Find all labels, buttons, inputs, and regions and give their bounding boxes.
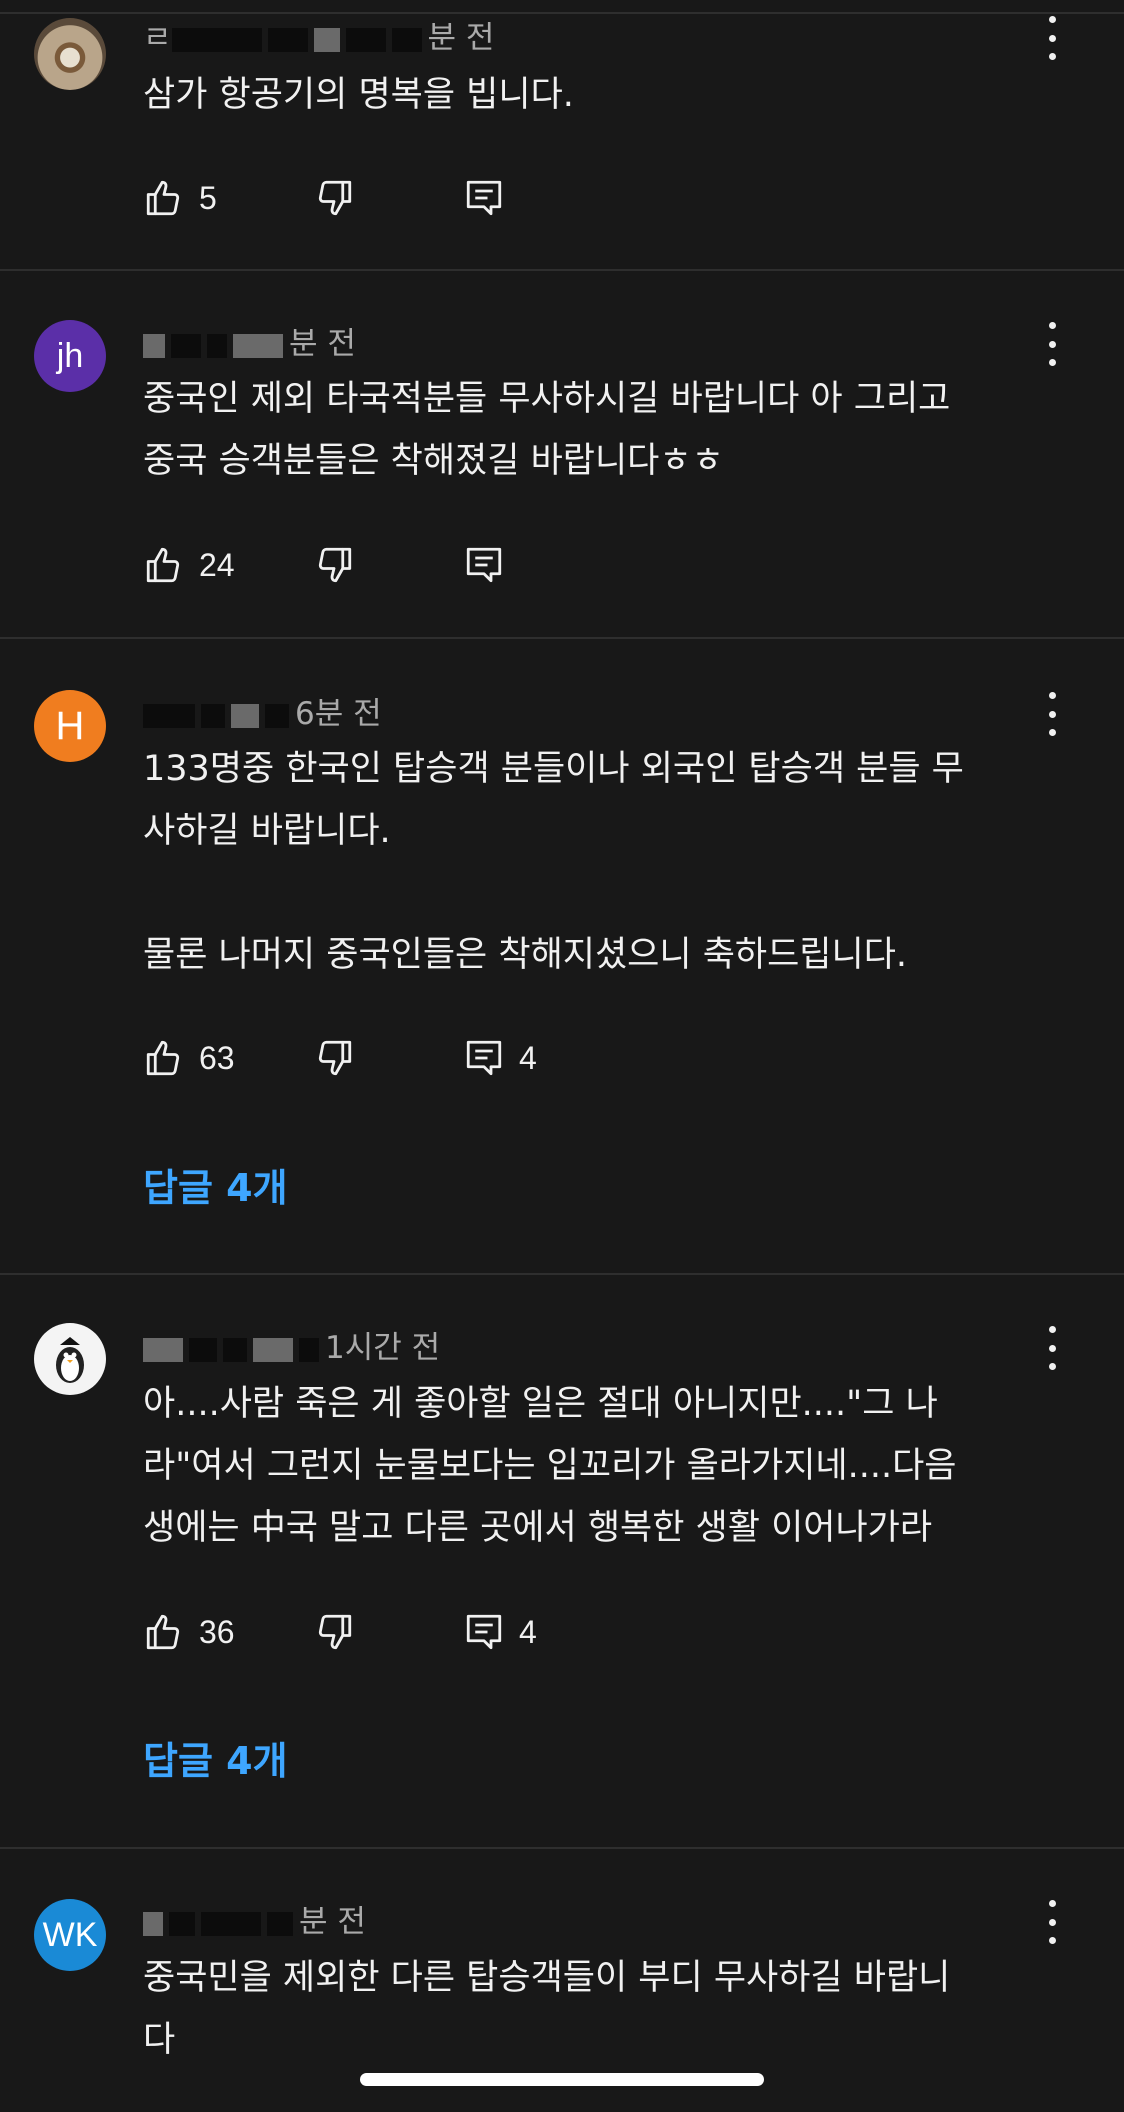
comment-actions: 63 4 (143, 1033, 1043, 1083)
like-count: 5 (199, 179, 217, 216)
like-icon (146, 547, 180, 583)
like-button[interactable]: 63 (143, 1033, 235, 1083)
comment-meta: ㄹ분 전 (143, 20, 495, 56)
like-count: 36 (199, 1613, 235, 1650)
view-replies-link[interactable]: 답글 4개 (143, 1157, 288, 1212)
like-icon (146, 1614, 180, 1650)
reply-icon (466, 547, 502, 583)
comment-meta: 6분 전 (143, 688, 382, 733)
dislike-button[interactable] (313, 173, 355, 223)
comment-text: 삼가 항공기의 명복을 빕니다. (143, 75, 574, 115)
dislike-icon (318, 180, 352, 216)
comment-text: 중국민을 제외한 다른 탑승객들이 부디 무사하길 바랍니 다 (143, 1958, 951, 2060)
reply-icon (466, 1614, 502, 1650)
divider (0, 1273, 1124, 1275)
avatar[interactable]: WK (34, 1899, 106, 1971)
more-vert-icon[interactable] (1040, 1900, 1064, 1944)
avatar[interactable]: jh (34, 320, 106, 392)
comment-text: 133명중 한국인 탑승객 분들이나 외국인 탑승객 분들 무 사하길 바랍니다… (143, 749, 964, 975)
like-button[interactable]: 5 (143, 173, 217, 223)
reply-icon (466, 1040, 502, 1076)
like-count: 24 (199, 546, 235, 583)
dislike-icon (318, 1614, 352, 1650)
divider (0, 1847, 1124, 1849)
reply-button[interactable]: 4 (463, 1033, 537, 1083)
like-icon (146, 1040, 180, 1076)
dislike-button[interactable] (313, 1607, 355, 1657)
comment-actions: 24 (143, 540, 1043, 590)
reply-button[interactable] (463, 540, 505, 590)
dislike-icon (318, 547, 352, 583)
reply-count: 4 (519, 1039, 537, 1076)
penguin-avatar-icon (56, 1337, 84, 1383)
reply-icon (466, 180, 502, 216)
dislike-icon (318, 1040, 352, 1076)
avatar[interactable] (34, 18, 106, 90)
more-vert-icon[interactable] (1040, 322, 1064, 366)
dislike-button[interactable] (313, 1033, 355, 1083)
avatar[interactable]: H (34, 690, 106, 762)
comment-meta: 분 전 (143, 1896, 366, 1941)
divider (0, 269, 1124, 271)
reply-count: 4 (519, 1613, 537, 1650)
like-button[interactable]: 36 (143, 1607, 235, 1657)
like-count: 63 (199, 1039, 235, 1076)
comment-meta: 분 전 (143, 318, 356, 363)
comment-actions: 5 (143, 173, 1043, 223)
reply-button[interactable]: 4 (463, 1607, 537, 1657)
more-vert-icon[interactable] (1040, 16, 1064, 60)
avatar[interactable] (34, 1323, 106, 1395)
more-vert-icon[interactable] (1040, 692, 1064, 736)
comment-meta: 1시간 전 (143, 1322, 440, 1367)
home-indicator[interactable] (360, 2073, 764, 2086)
comment-text: 아....사람 죽은 게 좋아할 일은 절대 아니지만...."그 나 라"여서… (143, 1384, 957, 1548)
comment-actions: 36 4 (143, 1607, 1043, 1657)
divider (0, 637, 1124, 639)
dislike-button[interactable] (313, 540, 355, 590)
more-vert-icon[interactable] (1040, 1326, 1064, 1370)
like-button[interactable]: 24 (143, 540, 235, 590)
reply-button[interactable] (463, 173, 505, 223)
view-replies-link[interactable]: 답글 4개 (143, 1730, 288, 1785)
like-icon (146, 180, 180, 216)
comment-text: 중국인 제외 타국적분들 무사하시길 바랍니다 아 그리고 중국 승객분들은 착… (143, 379, 951, 481)
